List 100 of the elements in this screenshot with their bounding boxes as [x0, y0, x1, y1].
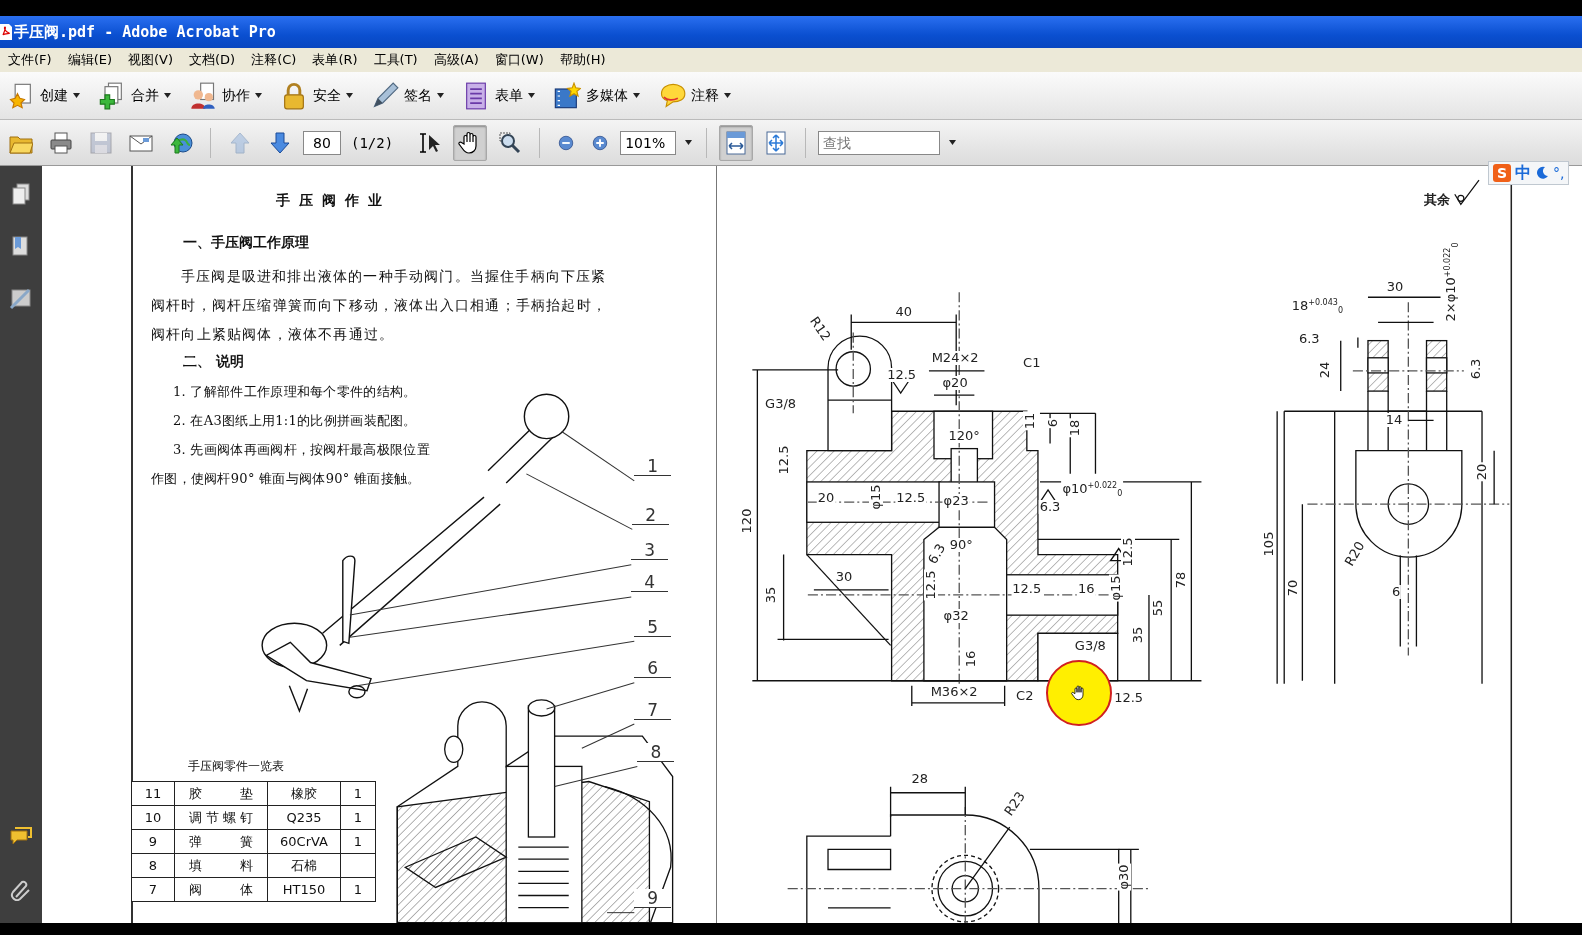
dimension-label: 105 [1261, 530, 1276, 558]
hand-cursor-icon [1070, 685, 1087, 702]
table-cell: 阀体 [174, 877, 268, 902]
hand-button[interactable] [453, 124, 488, 161]
callout-number: 5 [634, 617, 672, 637]
toolbar-button[interactable]: 注释 [654, 76, 735, 115]
dimension-label: 90° [948, 538, 974, 553]
callout-number: 3 [631, 541, 669, 561]
caret-icon [528, 93, 535, 98]
toolbar-button[interactable]: 多媒体 [549, 76, 644, 115]
menu-item[interactable]: 帮助(H) [551, 51, 614, 69]
dimension-label: φ30 [1116, 863, 1131, 891]
toolbar-button[interactable]: 签名 [367, 76, 448, 115]
caret-icon [346, 93, 353, 98]
fit-width-icon [724, 130, 749, 155]
table-cell: 11 [131, 781, 175, 806]
dimension-label: 55 [1150, 598, 1165, 618]
dimension-label: 20 [1474, 462, 1489, 481]
caret-icon [633, 93, 640, 98]
dimension-label: M24×2 [930, 350, 980, 365]
callout-number: 6 [634, 659, 672, 679]
caret-icon [724, 93, 731, 98]
signature-pen-icon [9, 286, 33, 310]
dimension-label: 6 [1046, 418, 1060, 429]
dimension-label: 35 [1130, 625, 1145, 645]
dimension-label: 12.5 [1113, 690, 1145, 705]
moon-icon [1535, 166, 1549, 180]
dimension-label: 6.3 [1297, 331, 1321, 346]
table-cell: 弹簧 [174, 829, 268, 854]
callout-number: 7 [634, 700, 672, 720]
dimension-label: 12.5 [886, 367, 918, 382]
dimension-label: 6.3 [1468, 357, 1483, 381]
menu-item[interactable]: 编辑(E) [59, 51, 120, 69]
zoom-out-icon [557, 133, 576, 152]
table-cell: Q235 [267, 805, 341, 830]
dimension-label: 120° [947, 429, 981, 444]
menu-item[interactable]: 视图(V) [120, 51, 182, 69]
table-cell: 8 [131, 853, 175, 878]
page-count: (1/2) [351, 134, 394, 151]
table-cell: 填料 [174, 853, 268, 878]
search-field[interactable]: 查找 [818, 130, 941, 155]
section-heading: 二、 说明 [183, 352, 245, 371]
pdf-file-icon [0, 24, 12, 40]
caret-icon [73, 93, 80, 98]
toolbar-button[interactable]: 合并 [94, 76, 175, 115]
pen-icon [371, 81, 399, 110]
toolbar-button[interactable]: 协作 [185, 76, 266, 115]
dimension-label: C2 [1015, 688, 1035, 703]
ime-mode[interactable]: 中 [1515, 162, 1531, 184]
pages-icon [9, 182, 33, 206]
printer-icon [49, 130, 73, 155]
dimension-label: 30 [834, 569, 854, 584]
dimension-label: 14 [1384, 413, 1404, 428]
toolbar-button[interactable]: 安全 [276, 76, 357, 115]
up-arrow-icon [228, 130, 252, 155]
menu-item[interactable]: 注释(C) [243, 51, 305, 69]
paragraph: 手压阀是吸进和排出液体的一种手动阀门。当握住手柄向下压紧阀杆时，阀杆压缩弹簧而向下移动，液体出入口相通；手柄抬起时，阀杆向上紧贴阀体，液体不再通过。 [151, 267, 608, 344]
document-title: 手压阀作业 [276, 192, 392, 210]
dimension-label: C1 [1022, 355, 1042, 370]
dimension-label: G3/8 [764, 397, 798, 412]
caret-icon [437, 93, 444, 98]
caret-icon [164, 93, 171, 98]
table-cell: 9 [131, 829, 175, 854]
callout-number: 2 [632, 505, 670, 525]
callout-number: 8 [637, 742, 675, 762]
table-cell: 1 [340, 805, 376, 830]
dimension-label: 12.5 [1120, 536, 1135, 568]
menu-item[interactable]: 文件(F) [0, 51, 60, 69]
caret-icon [684, 140, 692, 145]
menu-item[interactable]: 表单(R) [304, 51, 366, 69]
table-cell: 7 [131, 877, 175, 902]
people-icon [189, 81, 217, 110]
dimension-label: G3/8 [1073, 639, 1107, 654]
menu-item[interactable]: 文档(D) [181, 51, 244, 69]
punctuation-mode[interactable]: °, [1553, 165, 1565, 181]
callout-number: 1 [634, 457, 672, 477]
zoom-field[interactable]: 101% [620, 130, 677, 155]
toolbar-button[interactable]: 表单 [458, 76, 539, 115]
speech-bubble-icon [658, 81, 686, 110]
table-cell: 10 [131, 805, 175, 830]
menu-item[interactable]: 窗口(W) [486, 51, 552, 69]
toolbar-button[interactable]: 创建 [3, 76, 84, 115]
film-star-icon [553, 81, 581, 110]
menu-item[interactable]: 工具(T) [365, 51, 426, 69]
dimension-label: φ15 [869, 483, 884, 511]
table-cell: 石棉 [267, 853, 341, 878]
table-cell: 60CrVA [267, 829, 341, 854]
roughness-note: 其余 [1424, 191, 1451, 210]
magnifier-icon [498, 130, 523, 155]
down-arrow-icon [268, 130, 292, 155]
menu-item[interactable]: 高级(A) [425, 51, 487, 69]
fit-page-icon [764, 130, 789, 155]
page-number-field[interactable]: 80 [303, 130, 341, 155]
dimension-label: 12.5 [776, 444, 791, 476]
callout-number: 9 [634, 889, 672, 909]
table-title: 手压阀零件一览表 [188, 758, 285, 776]
table-cell: 1 [340, 829, 376, 854]
table-cell: 橡胶 [267, 781, 341, 806]
dimension-label: φ32 [942, 609, 970, 623]
fit-width-button[interactable] [719, 124, 754, 161]
